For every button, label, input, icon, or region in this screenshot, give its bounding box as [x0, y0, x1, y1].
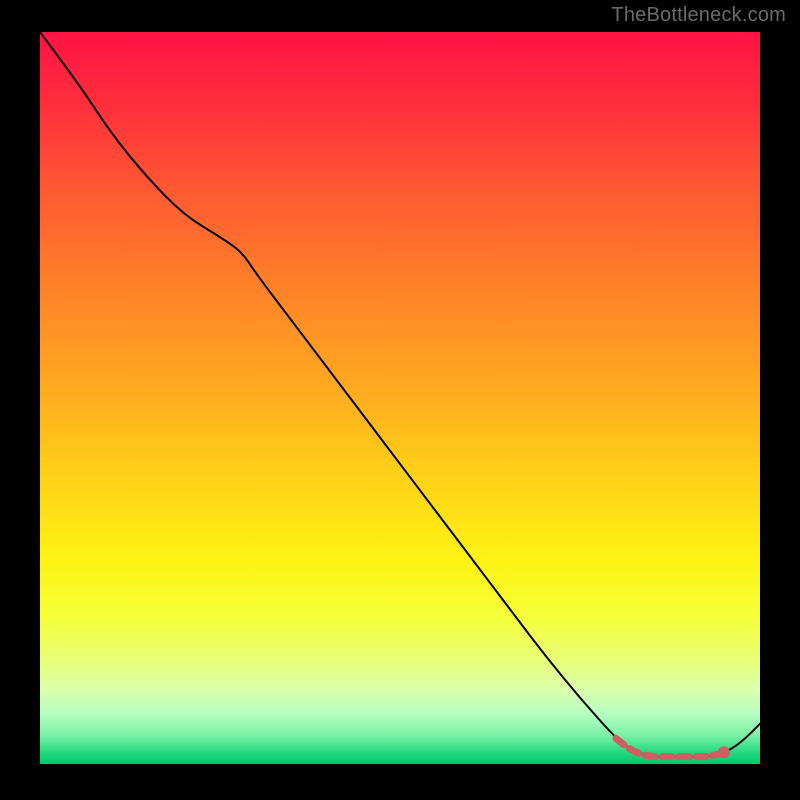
marker-point	[718, 746, 730, 758]
plot-area	[40, 32, 760, 764]
chart-frame: TheBottleneck.com	[0, 0, 800, 800]
watermark-label: TheBottleneck.com	[611, 4, 786, 27]
gradient-background	[40, 32, 760, 764]
chart-svg	[40, 32, 760, 764]
